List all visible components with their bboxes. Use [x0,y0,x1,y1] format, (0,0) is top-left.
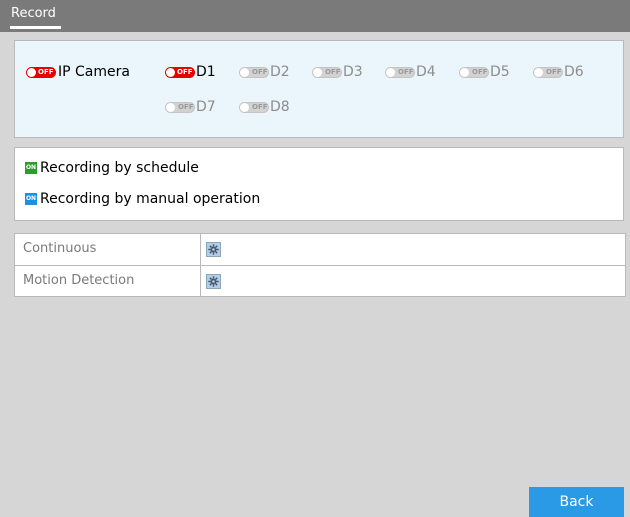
toggle-knob [240,68,249,77]
channel-label-d1: D1 [196,64,216,80]
schedule-table: Continuous Motion Detection [14,233,626,297]
channel-toggle-d7[interactable]: OFF [165,102,195,113]
schedule-badge: ON [25,162,37,174]
column-divider [200,234,201,265]
title-underline [10,26,61,29]
channel-toggle-d1[interactable]: OFF [165,67,195,78]
gear-icon [208,276,219,287]
table-row-motion-detection: Motion Detection [15,266,625,297]
toggle-knob [534,68,543,77]
row-label: Continuous [23,241,97,256]
toggle-knob [313,68,322,77]
toggle-knob [166,68,175,77]
toggle-knob [240,103,249,112]
channel-label-d7: D7 [196,99,216,115]
toggle-state: OFF [252,103,268,111]
ip-camera-label: IP Camera [58,64,130,80]
gear-icon [208,244,219,255]
schedule-legend-label: Recording by schedule [40,160,199,176]
toggle-state: OFF [398,68,414,76]
toggle-knob [27,68,36,77]
manual-legend-label: Recording by manual operation [40,191,261,207]
toggle-knob [386,68,395,77]
channel-toggle-d4[interactable]: OFF [385,67,415,78]
window-title: Record [11,6,56,21]
toggle-state: OFF [472,68,488,76]
ip-camera-toggle[interactable]: OFF [26,67,56,78]
table-row-continuous: Continuous [15,234,625,266]
toggle-state: OFF [178,103,194,111]
column-divider [200,266,201,297]
channel-toggle-d2[interactable]: OFF [239,67,269,78]
back-button[interactable]: Back [529,487,624,517]
channel-label-d6: D6 [564,64,584,80]
channel-toggle-d8[interactable]: OFF [239,102,269,113]
continuous-settings-button[interactable] [206,242,221,257]
camera-switch-panel: OFF IP Camera OFF D1 OFF D2 OFF D3 OFF D… [14,40,624,138]
motion-detection-settings-button[interactable] [206,274,221,289]
toggle-state: OFF [325,68,341,76]
toggle-knob [460,68,469,77]
channel-toggle-d6[interactable]: OFF [533,67,563,78]
channel-toggle-d3[interactable]: OFF [312,67,342,78]
channel-label-d5: D5 [490,64,510,80]
channel-toggle-d5[interactable]: OFF [459,67,489,78]
toggle-knob [166,103,175,112]
row-label: Motion Detection [23,273,135,288]
toggle-state: OFF [252,68,268,76]
channel-label-d4: D4 [416,64,436,80]
manual-badge: ON [25,193,37,205]
channel-label-d8: D8 [270,99,290,115]
channel-label-d2: D2 [270,64,290,80]
recording-legend: ON Recording by schedule ON Recording by… [14,147,624,221]
toggle-state: OFF [38,68,54,76]
toggle-state: OFF [177,68,193,76]
toggle-state: OFF [546,68,562,76]
title-bar: Record [0,0,630,32]
channel-label-d3: D3 [343,64,363,80]
